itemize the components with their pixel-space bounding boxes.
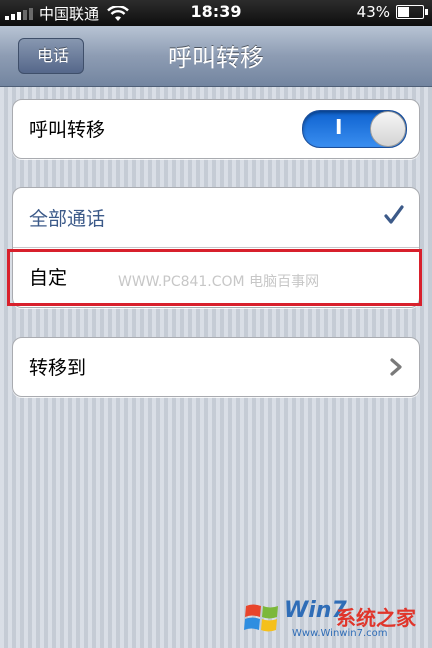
checkmark-icon <box>384 205 404 224</box>
forward-to-group: 转移到 <box>12 337 420 397</box>
forwarding-group: 呼叫转移 I <box>12 99 420 159</box>
list-item-all-calls[interactable]: 全部通话 <box>13 188 419 247</box>
battery-icon <box>396 5 428 19</box>
watermark-text: WWW.PC841.COM 电脑百事网 <box>118 274 320 290</box>
page-title: 呼叫转移 <box>168 44 264 72</box>
status-bar: 中国联通 18:39 43% <box>0 0 432 26</box>
toggle-knob[interactable] <box>370 111 406 147</box>
list-item-forward-to[interactable]: 转移到 <box>13 338 419 397</box>
navigation-bar: 电话 呼叫转移 <box>0 26 432 87</box>
logo-cn-name: 系统之家 <box>336 606 416 630</box>
windows-flag-icon <box>244 604 278 632</box>
forwarding-row: 呼叫转移 I <box>13 100 419 159</box>
site-logo: Win7 系统之家 Www.Winwin7.com <box>244 588 432 648</box>
forwarding-label: 呼叫转移 <box>29 119 106 141</box>
forwarding-toggle[interactable]: I <box>302 110 407 148</box>
logo-url: Www.Winwin7.com <box>292 628 388 639</box>
all-calls-label: 全部通话 <box>29 208 106 230</box>
toggle-on-indicator: I <box>335 115 343 139</box>
status-right: 43% <box>356 3 428 21</box>
forward-to-label: 转移到 <box>29 357 87 379</box>
chevron-right-icon <box>390 358 402 376</box>
battery-percent: 43% <box>356 3 390 21</box>
